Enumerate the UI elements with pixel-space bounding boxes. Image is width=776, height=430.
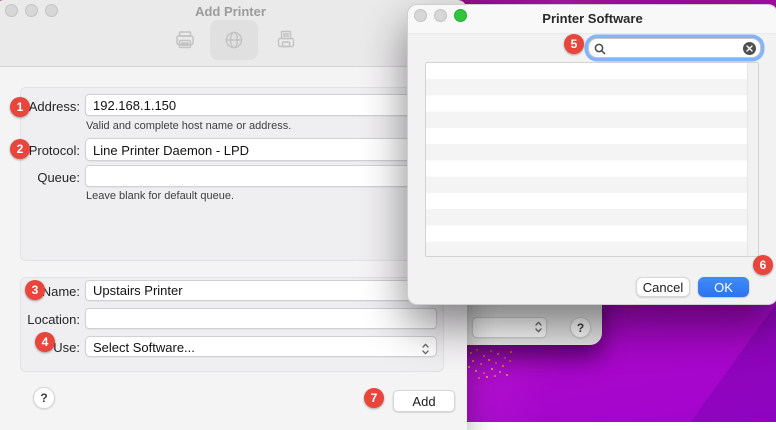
location-field[interactable] [85, 308, 437, 329]
software-search-field[interactable] [588, 38, 761, 58]
window-title: Add Printer [0, 4, 467, 19]
name-field[interactable] [85, 280, 437, 301]
printer-software-dialog: Printer Software Cancel OK [407, 4, 776, 305]
callout-badge-6: 6 [753, 255, 773, 275]
software-list[interactable] [425, 62, 759, 257]
callout-badge-1: 1 [10, 97, 30, 117]
dialog-titlebar: Printer Software [408, 5, 776, 34]
protocol-dropdown[interactable]: Line Printer Daemon - LPD [85, 138, 437, 161]
address-helper-text: Valid and complete host name or address. [86, 120, 291, 132]
callout-badge-4: 4 [35, 332, 55, 352]
location-label: Location: [0, 312, 80, 327]
use-dropdown-value: Select Software... [93, 340, 195, 355]
printer-icon[interactable] [174, 29, 196, 56]
ok-button[interactable]: OK [698, 277, 749, 297]
background-popup-field[interactable] [472, 317, 547, 338]
scrollbar-track[interactable] [747, 63, 758, 256]
dialog-title: Printer Software [408, 11, 776, 26]
address-field[interactable] [85, 94, 437, 116]
callout-badge-3: 3 [25, 280, 45, 300]
callout-badge-7: 7 [364, 388, 384, 408]
popup-stepper-icon [421, 341, 430, 362]
clear-search-icon[interactable] [743, 42, 756, 55]
globe-icon[interactable] [223, 29, 245, 56]
callout-badge-5: 5 [564, 34, 584, 54]
queue-label: Queue: [0, 170, 80, 185]
use-dropdown[interactable]: Select Software... [85, 336, 437, 357]
add-printer-window: Add Printer [0, 0, 467, 430]
search-icon [594, 42, 606, 60]
add-button[interactable]: Add [393, 390, 455, 412]
search-input[interactable] [609, 40, 733, 56]
queue-field[interactable] [85, 165, 437, 187]
callout-badge-2: 2 [10, 139, 30, 159]
queue-helper-text: Leave blank for default queue. [86, 190, 234, 202]
printer-paper-icon[interactable] [275, 29, 297, 56]
background-help-button[interactable]: ? [570, 317, 591, 338]
popup-stepper-icon [534, 320, 543, 339]
add-printer-titlebar: Add Printer [0, 0, 467, 67]
help-button[interactable]: ? [33, 387, 55, 409]
cancel-button[interactable]: Cancel [636, 277, 690, 297]
